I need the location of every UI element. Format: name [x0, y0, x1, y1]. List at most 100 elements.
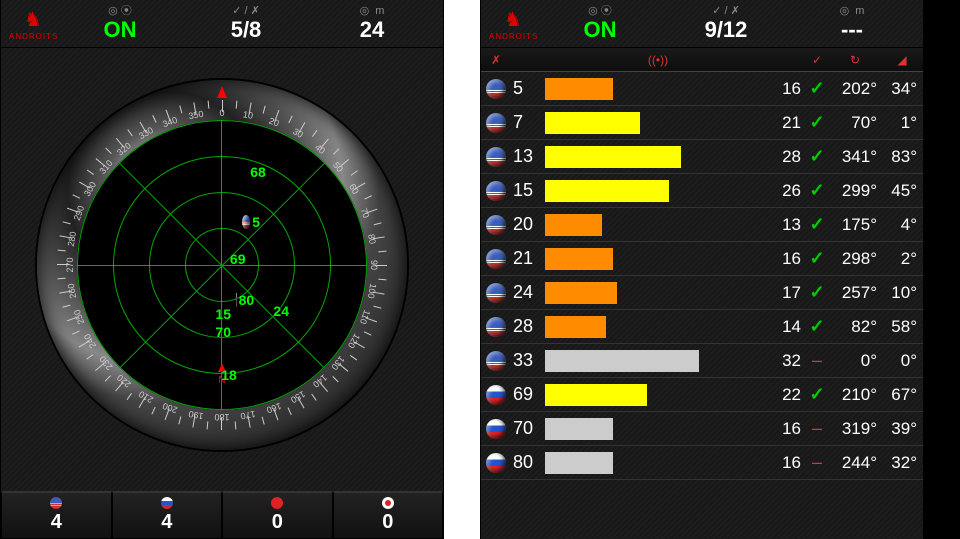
radar-panel: ♞ ANDROITS ◎ ⦿ ON ✓ / ✗ 5/8 ◎ m 24 01020…: [0, 0, 444, 539]
sat-id: 5: [511, 78, 545, 99]
count-cell[interactable]: 4: [112, 491, 223, 539]
sat-id: 15: [215, 306, 231, 322]
flag-icon: [161, 497, 173, 509]
count-value: 4: [161, 511, 172, 534]
snr-value: 26: [771, 181, 805, 201]
snr-value: 32: [771, 351, 805, 371]
azimuth-value: 244°: [829, 453, 881, 473]
sat-marker[interactable]: 24: [271, 302, 289, 320]
flag-icon: [486, 419, 506, 439]
stat-sat-count: ✓ / ✗ 5/8: [183, 6, 309, 41]
table-row[interactable]: 7 21 ✓ 70° 1°: [481, 106, 923, 140]
count-value: 0: [382, 511, 393, 534]
signal-bar: [545, 452, 771, 474]
constellation-counts: 4 4 0 0: [1, 491, 443, 539]
sat-id: 70: [511, 418, 545, 439]
flag-icon: [486, 79, 506, 99]
table-row[interactable]: 15 26 ✓ 299° 45°: [481, 174, 923, 208]
snr-value: 16: [771, 249, 805, 269]
azimuth-value: 70°: [829, 113, 881, 133]
signal-bar: [545, 112, 771, 134]
sat-marker[interactable]: 80: [236, 291, 254, 309]
sat-marker[interactable]: 70: [213, 323, 231, 341]
stat-accuracy: ◎ m 24: [309, 6, 435, 41]
azimuth-value: 299°: [829, 181, 881, 201]
signal-bar: [545, 214, 771, 236]
elevation-value: 58°: [881, 317, 923, 337]
elevation-value: 1°: [881, 113, 923, 133]
sat-id: 80: [239, 292, 255, 308]
table-row[interactable]: 69 22 ✓ 210° 67°: [481, 378, 923, 412]
table-row[interactable]: 13 28 ✓ 341° 83°: [481, 140, 923, 174]
signal-bar: [545, 384, 771, 406]
elevation-value: 83°: [881, 147, 923, 167]
stat-gps-state: ◎ ⦿ ON: [57, 6, 183, 41]
radar-view[interactable]: 0102030405060708090100110120130140150160…: [1, 55, 443, 475]
sat-id: 69: [230, 251, 246, 267]
sat-marker[interactable]: 5: [242, 213, 260, 231]
sat-marker[interactable]: 68: [248, 163, 266, 181]
elevation-value: 32°: [881, 453, 923, 473]
north-marker-icon: [217, 86, 227, 98]
compass-bezel: 0102030405060708090100110120130140150160…: [37, 80, 407, 450]
panel-divider: [444, 0, 480, 539]
snr-value: 16: [771, 419, 805, 439]
flag-icon: [271, 497, 283, 509]
elevation-value: 4°: [881, 215, 923, 235]
fix-icon: –: [805, 350, 829, 371]
count-cell[interactable]: 4: [1, 491, 112, 539]
flag-icon: [486, 249, 506, 269]
flag-icon: [486, 113, 506, 133]
table-row[interactable]: 80 16 – 244° 32°: [481, 446, 923, 480]
sat-id: 15: [511, 180, 545, 201]
signal-bar: [545, 282, 771, 304]
azimuth-value: 82°: [829, 317, 881, 337]
sat-marker[interactable]: 69: [228, 250, 246, 268]
snr-value: 16: [771, 453, 805, 473]
table-row[interactable]: 33 32 – 0° 0°: [481, 344, 923, 378]
sat-id: 24: [273, 303, 289, 319]
table-row[interactable]: 20 13 ✓ 175° 4°: [481, 208, 923, 242]
fix-icon: ✓: [805, 384, 829, 405]
fix-icon: ✓: [805, 180, 829, 201]
sat-id: 80: [511, 452, 545, 473]
signal-bar: [545, 180, 771, 202]
table-row[interactable]: 70 16 – 319° 39°: [481, 412, 923, 446]
elevation-value: 39°: [881, 419, 923, 439]
elevation-value: 67°: [881, 385, 923, 405]
snr-value: 22: [771, 385, 805, 405]
table-row[interactable]: 28 14 ✓ 82° 58°: [481, 310, 923, 344]
count-cell[interactable]: 0: [222, 491, 333, 539]
table-row[interactable]: 5 16 ✓ 202° 34°: [481, 72, 923, 106]
elevation-value: 34°: [881, 79, 923, 99]
azimuth-value: 298°: [829, 249, 881, 269]
stat-accuracy: ◎ m ---: [789, 6, 915, 41]
table-row[interactable]: 21 16 ✓ 298° 2°: [481, 242, 923, 276]
azimuth-value: 175°: [829, 215, 881, 235]
sat-id: 24: [511, 282, 545, 303]
flag-icon: [486, 385, 506, 405]
fix-icon: ✓: [805, 146, 829, 167]
snr-value: 14: [771, 317, 805, 337]
sat-id: 5: [252, 214, 260, 230]
sat-id: 68: [250, 164, 266, 180]
sat-marker[interactable]: 18: [219, 366, 237, 384]
satellite-table[interactable]: ✗ ((•)) ✓ ↻ ◢ 5 16 ✓ 202° 34° 7 21 ✓ 70°…: [481, 48, 923, 539]
azimuth-value: 341°: [829, 147, 881, 167]
flag-icon: [486, 215, 506, 235]
azimuth-value: 257°: [829, 283, 881, 303]
signal-bar: [545, 248, 771, 270]
app-logo: ♞ ANDROITS: [489, 7, 537, 41]
count-cell[interactable]: 0: [333, 491, 444, 539]
stat-gps-state: ◎ ⦿ ON: [537, 6, 663, 41]
signal-bar: [545, 146, 771, 168]
status-bar-left: ♞ ANDROITS ◎ ⦿ ON ✓ / ✗ 5/8 ◎ m 24: [1, 0, 443, 48]
sat-id: 69: [511, 384, 545, 405]
elevation-value: 10°: [881, 283, 923, 303]
fix-icon: ✓: [805, 112, 829, 133]
sat-marker[interactable]: 15: [213, 305, 231, 323]
table-row[interactable]: 24 17 ✓ 257° 10°: [481, 276, 923, 310]
sat-id: 18: [221, 367, 237, 383]
flag-icon: [486, 283, 506, 303]
azimuth-value: 319°: [829, 419, 881, 439]
